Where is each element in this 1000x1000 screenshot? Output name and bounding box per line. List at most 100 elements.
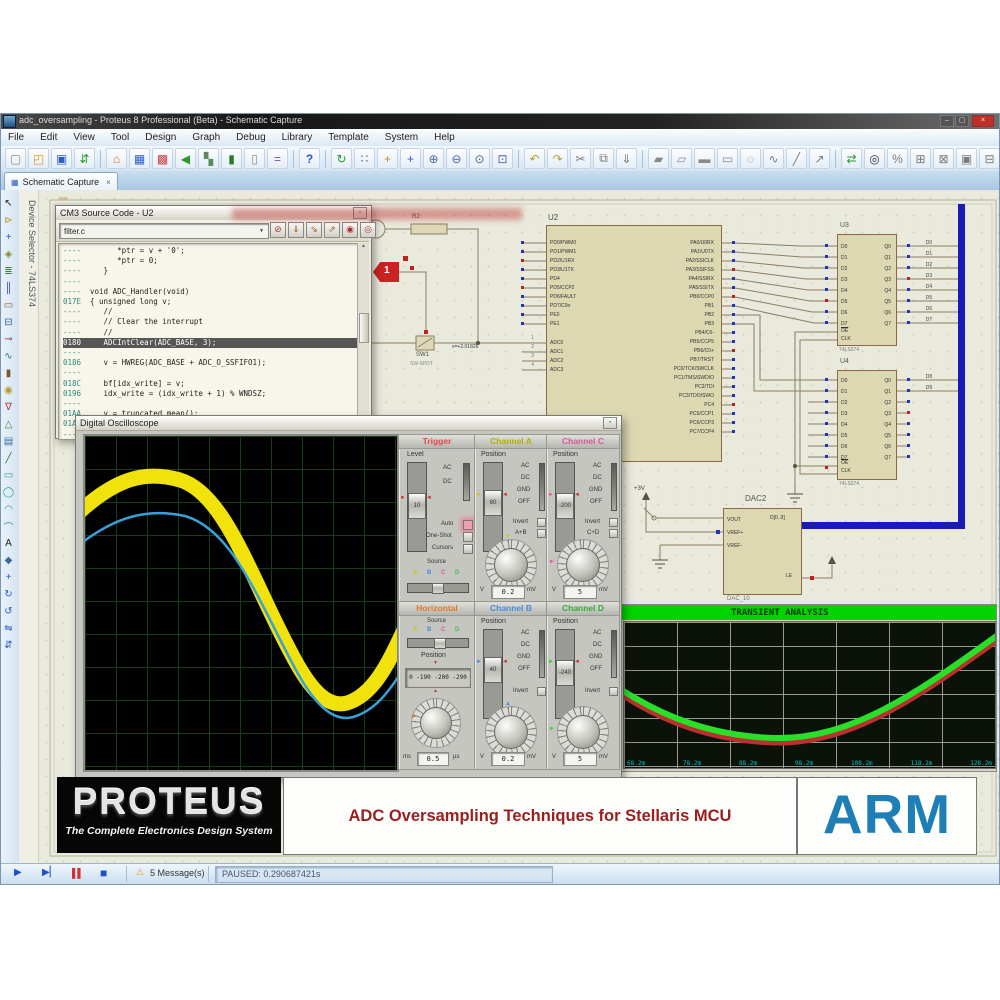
- off-label[interactable]: OFF: [518, 499, 530, 505]
- stop-button[interactable]: ■: [100, 866, 107, 880]
- mode-tool-icon[interactable]: ⊳: [0, 212, 17, 229]
- toolbar-icon[interactable]: ⊠: [933, 148, 954, 169]
- toolbar-icon[interactable]: =: [267, 148, 288, 169]
- toolbar-icon[interactable]: ▩: [152, 148, 173, 169]
- channel-a-gain-knob[interactable]: [494, 548, 528, 582]
- menu-item[interactable]: System: [377, 129, 426, 146]
- horizontal-source-thumb[interactable]: [434, 638, 446, 649]
- channel-c-gain-knob[interactable]: [566, 548, 600, 582]
- mode-tool-icon[interactable]: A: [0, 535, 17, 552]
- code-scrollbar[interactable]: ▲ ▼: [357, 243, 369, 436]
- transient-graph-widget[interactable]: TRANSIENT ANALYSIS 68.2m78.2m88.2m98.2m1…: [620, 604, 997, 772]
- toolbar-icon[interactable]: ▢: [5, 148, 26, 169]
- source-b[interactable]: B: [427, 570, 431, 576]
- toolbar-icon[interactable]: ⇵: [74, 148, 95, 169]
- toolbar-icon[interactable]: ╱: [786, 148, 807, 169]
- tab-close-icon[interactable]: ×: [106, 178, 111, 187]
- ac-label[interactable]: AC: [593, 463, 601, 469]
- debug-tool-button[interactable]: ⇘: [306, 222, 322, 238]
- pause-button[interactable]: ▌▌: [72, 868, 83, 878]
- mode-tool-icon[interactable]: ≣: [0, 263, 17, 280]
- source-c[interactable]: C: [441, 627, 445, 633]
- toolbar-icon[interactable]: ▦: [129, 148, 150, 169]
- scope-restore-button[interactable]: ▫: [603, 417, 617, 429]
- debug-tool-button[interactable]: ⊘: [270, 222, 286, 238]
- mode-tool-icon[interactable]: ⌒: [0, 518, 17, 535]
- mode-tool-icon[interactable]: ∿: [0, 348, 17, 365]
- toolbar-icon[interactable]: %: [887, 148, 908, 169]
- toolbar-icon[interactable]: ◀: [175, 148, 196, 169]
- toolbar-icon[interactable]: ⊕: [423, 148, 444, 169]
- toolbar-icon[interactable]: ▯: [244, 148, 265, 169]
- toolbar-icon[interactable]: ▮: [221, 148, 242, 169]
- channel-c-thumb[interactable]: -200: [556, 493, 574, 519]
- toolbar-icon[interactable]: ▣: [956, 148, 977, 169]
- mode-tool-icon[interactable]: ▮: [0, 365, 17, 382]
- toolbar-icon[interactable]: ⊙: [469, 148, 490, 169]
- gnd-label[interactable]: GND: [589, 487, 602, 493]
- mode-tool-icon[interactable]: +: [0, 229, 17, 246]
- gnd-label[interactable]: GND: [589, 654, 602, 660]
- dc-label[interactable]: DC: [593, 642, 602, 648]
- channel-d-thumb[interactable]: -240: [556, 660, 574, 686]
- horizontal-source-slider[interactable]: [407, 638, 469, 648]
- toolbar-icon[interactable]: ⊞: [910, 148, 931, 169]
- toolbar-icon[interactable]: ⊟: [979, 148, 1000, 169]
- channel-d-gain-knob[interactable]: [566, 715, 600, 749]
- mode-tool-icon[interactable]: ▭: [0, 467, 17, 484]
- menu-item[interactable]: Edit: [32, 129, 65, 146]
- ac-label[interactable]: AC: [521, 630, 529, 636]
- source-a[interactable]: A: [413, 570, 417, 576]
- toolbar-icon[interactable]: ▰: [648, 148, 669, 169]
- toolbar-icon[interactable]: ▬: [694, 148, 715, 169]
- auto-button[interactable]: [463, 520, 473, 530]
- channel-c-position-slider[interactable]: -200: [555, 462, 575, 552]
- menu-item[interactable]: File: [0, 129, 32, 146]
- channel-b-gain-knob[interactable]: [494, 715, 528, 749]
- sum-button[interactable]: [609, 529, 618, 538]
- channel-b-thumb[interactable]: 40: [484, 657, 502, 683]
- source-c[interactable]: C: [441, 570, 445, 576]
- mode-tool-icon[interactable]: ║: [0, 280, 17, 297]
- toolbar-icon[interactable]: ⊡: [492, 148, 513, 169]
- mode-tool-icon[interactable]: ◉: [0, 382, 17, 399]
- help-icon[interactable]: ?: [299, 148, 320, 169]
- mode-tool-icon[interactable]: ◆: [0, 552, 17, 569]
- debug-tool-button[interactable]: ⇗: [324, 222, 340, 238]
- mode-tool-icon[interactable]: ⇋: [0, 620, 17, 637]
- code-area[interactable]: ---- *ptr = v + '0';---- *ptr = 0;---- }…: [58, 243, 362, 440]
- menu-item[interactable]: Graph: [184, 129, 228, 146]
- gnd-label[interactable]: GND: [517, 654, 530, 660]
- mode-tool-icon[interactable]: ◈: [0, 246, 17, 263]
- source-a[interactable]: A: [413, 627, 417, 633]
- play-button[interactable]: ▶: [14, 867, 22, 878]
- channel-a-position-slider[interactable]: 80: [483, 462, 503, 552]
- toolbar-icon[interactable]: ▚: [198, 148, 219, 169]
- scope-title-bar[interactable]: Digital Oscilloscope ▫: [76, 416, 621, 431]
- menu-item[interactable]: View: [65, 129, 103, 146]
- ac-label[interactable]: AC: [521, 463, 529, 469]
- toolbar-icon[interactable]: ⊖: [446, 148, 467, 169]
- invert-button[interactable]: [609, 518, 618, 527]
- trigger-hslider[interactable]: [407, 583, 469, 593]
- toolbar-icon[interactable]: ▭: [717, 148, 738, 169]
- toolbar-icon[interactable]: ↻: [331, 148, 352, 169]
- debug-tool-button[interactable]: ◉: [342, 222, 358, 238]
- mode-tool-icon[interactable]: ▭: [0, 297, 17, 314]
- dropdown-arrow-icon[interactable]: ▼: [259, 228, 264, 234]
- channel-a-thumb[interactable]: 80: [484, 490, 502, 516]
- toolbar-icon[interactable]: ⇄: [841, 148, 862, 169]
- toolbar-icon[interactable]: +: [377, 148, 398, 169]
- off-label[interactable]: OFF: [590, 499, 602, 505]
- invert-button[interactable]: [537, 687, 546, 696]
- mode-tool-icon[interactable]: ◠: [0, 501, 17, 518]
- trigger-level-slider[interactable]: 10: [407, 462, 427, 552]
- menu-item[interactable]: Design: [137, 129, 184, 146]
- off-label[interactable]: OFF: [518, 666, 530, 672]
- message-count[interactable]: 5 Message(s): [150, 868, 205, 878]
- mode-tool-icon[interactable]: ▤: [0, 433, 17, 450]
- toolbar-icon[interactable]: ▣: [51, 148, 72, 169]
- mode-tool-icon[interactable]: ╱: [0, 450, 17, 467]
- scroll-up-arrow[interactable]: ▲: [358, 243, 369, 249]
- source-b[interactable]: B: [427, 627, 431, 633]
